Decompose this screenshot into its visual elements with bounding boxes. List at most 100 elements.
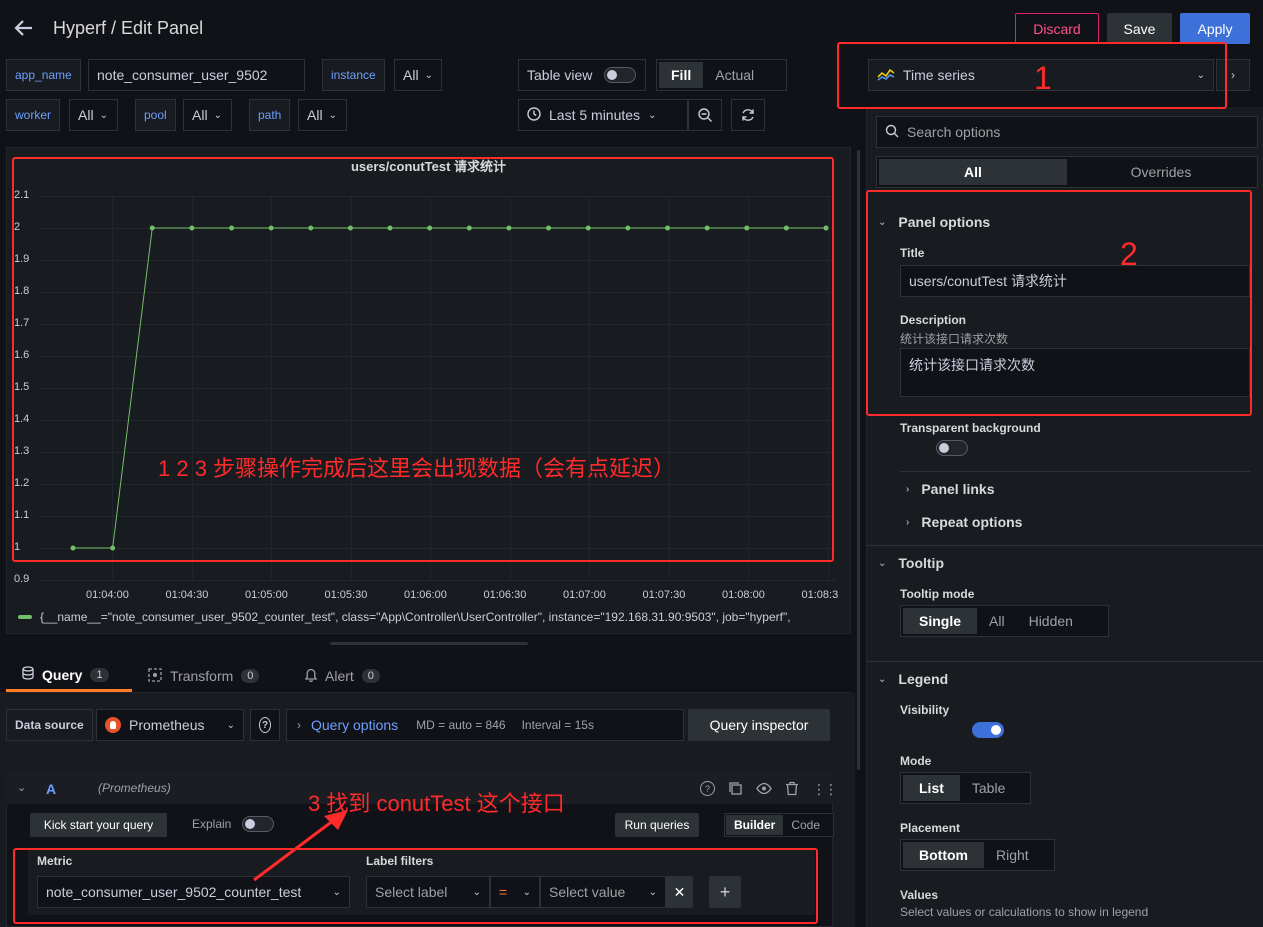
table-view-toggle[interactable]: Table view bbox=[518, 59, 646, 91]
series-point bbox=[110, 545, 116, 551]
repeat-options-header[interactable]: › Repeat options bbox=[906, 514, 1022, 530]
tooltip-mode-segment[interactable]: Single All Hidden bbox=[900, 605, 1109, 637]
tab-all[interactable]: All bbox=[879, 159, 1067, 185]
worker-select[interactable]: All ⌄ bbox=[69, 99, 118, 131]
operator-dropdown[interactable]: = ⌄ bbox=[490, 876, 540, 908]
app-name-value: note_consumer_user_9502 bbox=[97, 67, 268, 83]
remove-filter-button[interactable]: ✕ bbox=[666, 876, 693, 908]
legend-mode-segment[interactable]: List Table bbox=[900, 772, 1031, 804]
description-label: Description bbox=[900, 313, 967, 327]
help-icon[interactable]: ? bbox=[700, 781, 715, 796]
visibility-switch[interactable] bbox=[971, 722, 1004, 738]
transparent-switch[interactable] bbox=[935, 440, 968, 456]
tab-alert[interactable]: Alert 0 bbox=[304, 660, 380, 692]
chevron-down-icon: ⌄ bbox=[522, 886, 531, 898]
legend-placement-segment[interactable]: Bottom Right bbox=[900, 839, 1055, 871]
tooltip-header[interactable]: ⌄ Tooltip bbox=[878, 555, 944, 571]
query-ref-id[interactable]: A bbox=[46, 781, 56, 797]
close-icon: ✕ bbox=[673, 883, 686, 900]
series-point bbox=[268, 225, 274, 231]
query-options-label: Query options bbox=[311, 717, 399, 733]
series-point bbox=[783, 225, 789, 231]
description-hint: 统计该接口请求次数 bbox=[900, 332, 1009, 346]
tab-transform[interactable]: Transform 0 bbox=[148, 660, 260, 692]
chevron-down-icon: ⌄ bbox=[472, 886, 481, 898]
path-value: All bbox=[307, 107, 323, 123]
transform-icon bbox=[148, 667, 162, 685]
variable-label-pool: pool bbox=[135, 99, 176, 131]
discard-button[interactable]: Discard bbox=[1015, 13, 1099, 44]
tooltip-hidden[interactable]: Hidden bbox=[1017, 608, 1085, 634]
series-line bbox=[73, 227, 826, 549]
tab-query[interactable]: Query 1 bbox=[6, 660, 132, 692]
chevron-right-icon: › bbox=[1231, 68, 1235, 82]
select-value-dropdown[interactable]: Select value ⌄ bbox=[540, 876, 666, 908]
time-range-picker[interactable]: Last 5 minutes ⌄ bbox=[518, 99, 688, 131]
title-input[interactable]: users/conutTest 请求统计 bbox=[900, 265, 1250, 297]
chevron-down-icon: ⌄ bbox=[878, 216, 887, 228]
zoom-out-icon bbox=[698, 108, 712, 122]
actual-option[interactable]: Actual bbox=[703, 62, 766, 88]
fill-actual-segment[interactable]: Fill Actual bbox=[656, 59, 787, 91]
divider bbox=[866, 545, 1263, 546]
legend-item[interactable]: {__name__="note_consumer_user_9502_count… bbox=[18, 610, 844, 624]
app-name-select[interactable]: note_consumer_user_9502 bbox=[88, 59, 305, 91]
drag-handle-icon[interactable]: ⋮⋮ bbox=[812, 781, 838, 799]
legend-mode-list[interactable]: List bbox=[903, 775, 960, 801]
select-label-dropdown[interactable]: Select label ⌄ bbox=[366, 876, 490, 908]
legend-mode-table[interactable]: Table bbox=[960, 775, 1017, 801]
builder-code-segment[interactable]: Builder Code bbox=[724, 813, 834, 837]
collapse-options-button[interactable]: › bbox=[1216, 59, 1250, 91]
instance-value: All bbox=[403, 67, 419, 83]
description-textarea[interactable]: 统计该接口请求次数 bbox=[900, 348, 1250, 397]
trash-icon[interactable] bbox=[785, 781, 799, 799]
pool-select[interactable]: All ⌄ bbox=[183, 99, 232, 131]
add-filter-button[interactable]: + bbox=[709, 876, 741, 908]
kick-start-button[interactable]: Kick start your query bbox=[30, 813, 167, 837]
run-queries-button[interactable]: Run queries bbox=[615, 813, 699, 837]
series-point bbox=[70, 545, 76, 551]
fill-option[interactable]: Fill bbox=[659, 62, 704, 88]
tab-overrides[interactable]: Overrides bbox=[1067, 159, 1255, 185]
visibility-label: Visibility bbox=[900, 703, 950, 717]
query-options-bar[interactable]: › Query options MD = auto = 846 Interval… bbox=[286, 709, 684, 741]
pool-value: All bbox=[192, 107, 208, 123]
panel-links-title: Panel links bbox=[921, 481, 995, 497]
title-label: Title bbox=[900, 246, 925, 260]
explain-label: Explain bbox=[192, 817, 232, 831]
instance-select[interactable]: All ⌄ bbox=[394, 59, 442, 91]
apply-button[interactable]: Apply bbox=[1180, 13, 1250, 44]
duplicate-icon[interactable] bbox=[728, 781, 743, 799]
zoom-out-button[interactable] bbox=[688, 99, 722, 131]
code-option[interactable]: Code bbox=[783, 815, 828, 835]
tab-query-label: Query bbox=[42, 666, 83, 683]
panel-links-header[interactable]: › Panel links bbox=[906, 481, 995, 497]
chevron-down-icon: ⌄ bbox=[328, 109, 337, 121]
path-select[interactable]: All ⌄ bbox=[298, 99, 347, 131]
placement-bottom[interactable]: Bottom bbox=[903, 842, 984, 868]
table-view-switch[interactable] bbox=[604, 67, 637, 83]
legend-header[interactable]: ⌄ Legend bbox=[878, 671, 948, 687]
builder-option[interactable]: Builder bbox=[726, 815, 784, 835]
pane-splitter[interactable] bbox=[857, 150, 860, 770]
data-source-picker[interactable]: Prometheus ⌄ bbox=[96, 709, 244, 741]
chevron-down-icon: ⌄ bbox=[226, 719, 235, 731]
placement-right[interactable]: Right bbox=[984, 842, 1041, 868]
panel-resize-handle[interactable] bbox=[330, 642, 528, 645]
options-tabs[interactable]: All Overrides bbox=[876, 156, 1258, 188]
tab-alert-label: Alert bbox=[325, 668, 354, 684]
tab-transform-count: 0 bbox=[241, 669, 260, 683]
help-button[interactable]: ? bbox=[250, 709, 280, 741]
eye-icon[interactable] bbox=[756, 781, 772, 799]
query-inspector-button[interactable]: Query inspector bbox=[688, 709, 830, 741]
tooltip-single[interactable]: Single bbox=[903, 608, 978, 634]
search-options-input[interactable]: Search options bbox=[876, 116, 1258, 148]
back-arrow-icon[interactable] bbox=[12, 16, 36, 40]
tooltip-title: Tooltip bbox=[898, 555, 944, 571]
panel-options-header[interactable]: ⌄ Panel options bbox=[878, 214, 990, 230]
refresh-button[interactable] bbox=[731, 99, 765, 131]
tooltip-all[interactable]: All bbox=[977, 608, 1017, 634]
chevron-down-icon[interactable]: ⌄ bbox=[17, 781, 26, 794]
worker-value: All bbox=[78, 107, 94, 123]
save-button[interactable]: Save bbox=[1107, 13, 1172, 44]
